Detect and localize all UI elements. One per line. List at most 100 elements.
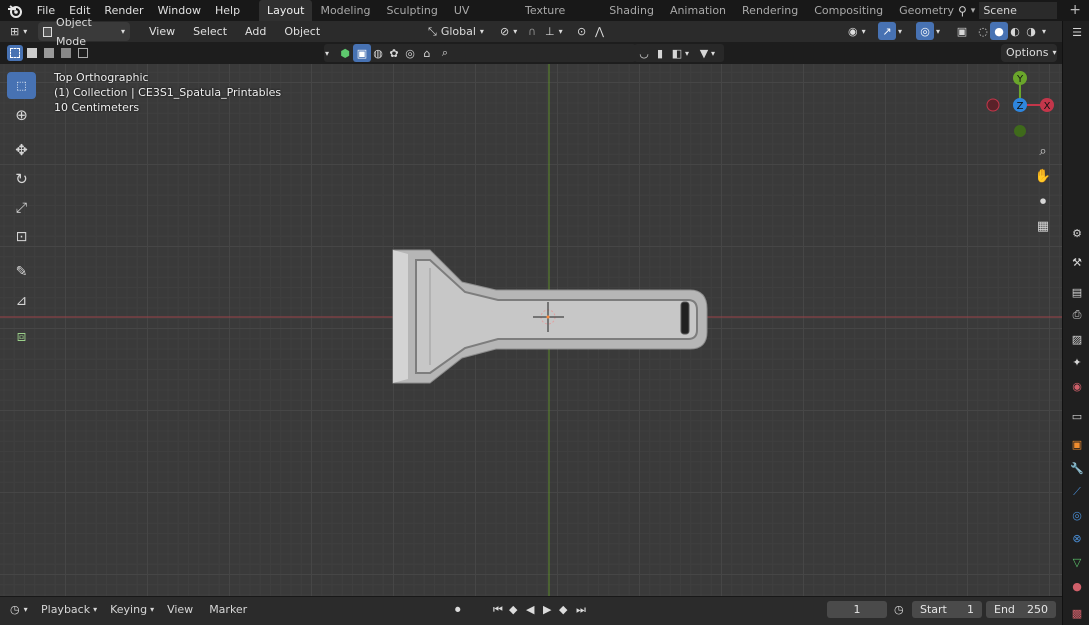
rotate-tool[interactable]: ↻ — [7, 165, 36, 192]
3d-viewport[interactable] — [0, 64, 1062, 596]
play-reverse-button[interactable]: ◀ — [526, 600, 534, 619]
select-box-tool[interactable]: ⬚ — [7, 72, 36, 99]
select-invert-icon[interactable] — [58, 45, 74, 61]
xray-toggle[interactable]: ▣ — [953, 22, 971, 40]
mode-selector[interactable]: Object Mode ▾ — [38, 16, 130, 48]
world-properties-icon[interactable]: ◉ — [1069, 378, 1085, 394]
transform-tool[interactable]: ⊡ — [7, 223, 36, 250]
tab-compositing[interactable]: Compositing — [806, 0, 891, 21]
snap-target-button[interactable]: ⊥ ▾ — [545, 22, 563, 41]
orphan-data-icon[interactable]: ⌂ — [418, 44, 436, 62]
move-tool[interactable]: ✥ — [7, 136, 36, 163]
tool-settings-icon[interactable]: ⚒ — [1069, 254, 1085, 270]
camera-view-icon[interactable]: ⏺ — [1034, 192, 1052, 210]
start-frame-field[interactable]: Start 1 — [912, 601, 982, 618]
data-properties-icon[interactable]: ▽ — [1069, 554, 1085, 570]
blender-logo-icon[interactable] — [0, 4, 30, 18]
layers-dropdown[interactable]: ▾ — [685, 44, 689, 63]
stopwatch-icon[interactable]: ◷ — [894, 600, 904, 619]
output-properties-icon[interactable]: ⎙ — [1069, 307, 1085, 323]
next-keyframe-button[interactable]: ◆ — [559, 600, 567, 619]
tab-texture-paint[interactable]: Texture Paint — [517, 0, 601, 38]
gizmo-dropdown[interactable]: ▾ — [898, 22, 902, 41]
editor-type-button[interactable]: ⊞ ▾ — [10, 22, 27, 41]
top-menu-window[interactable]: Window — [151, 0, 208, 21]
world-icon[interactable]: ◎ — [401, 44, 419, 62]
tab-animation[interactable]: Animation — [662, 0, 734, 21]
autokey-button[interactable]: ⏺ — [455, 600, 461, 619]
shading-rendered-button[interactable]: ◑ — [1022, 22, 1040, 40]
timeline-menu-marker[interactable]: Marker — [206, 600, 250, 619]
end-frame-field[interactable]: End 250 — [986, 601, 1056, 618]
collection-properties-icon[interactable]: ▭ — [1069, 408, 1085, 424]
pivot-point-button[interactable]: ⊘ ▾ — [500, 22, 517, 41]
viewport-menu-select[interactable]: Select — [184, 22, 236, 41]
scene-properties-icon[interactable]: ✦ — [1069, 354, 1085, 370]
zoom-icon[interactable]: ⌕ — [1034, 142, 1052, 160]
filter-dropdown[interactable]: ▾ — [325, 44, 329, 63]
object-properties-icon[interactable]: ▣ — [1069, 436, 1085, 452]
modifier-properties-icon[interactable]: 🔧 — [1069, 460, 1085, 476]
add-workspace-button[interactable]: + — [1061, 0, 1089, 21]
particles-properties-icon[interactable]: ⟋ — [1069, 484, 1085, 500]
select-extend-icon[interactable] — [24, 45, 40, 61]
ortho-grid-icon[interactable]: ▦ — [1034, 217, 1052, 235]
measure-tool[interactable]: ⊿ — [7, 287, 36, 314]
cursor-tool[interactable]: ⊕ — [7, 101, 36, 128]
viewport-menu-object[interactable]: Object — [275, 22, 329, 41]
tab-layout[interactable]: Layout — [259, 0, 313, 21]
visibility-button[interactable]: ◉ ▾ — [848, 22, 866, 41]
jump-start-button[interactable]: ⏮ — [493, 600, 503, 619]
options-button[interactable]: Options ▾ — [1001, 44, 1057, 62]
transform-orientation-selector[interactable]: ⤡ Global ▾ — [428, 22, 484, 41]
outliner-icon[interactable]: ☰ — [1069, 24, 1085, 40]
navigation-gizmo[interactable]: Y X Z — [980, 68, 1060, 140]
end-label: End — [994, 603, 1015, 616]
snap-toggle[interactable]: ∩ — [528, 22, 536, 41]
select-intersect-icon[interactable] — [75, 45, 91, 61]
orientation-label: Global — [440, 25, 476, 38]
proportional-edit-toggle[interactable]: ⊙ — [577, 22, 586, 41]
scene-selector[interactable]: ⚲ ▾ Scene — [958, 2, 1057, 19]
object-type-icon[interactable]: ⬢ — [336, 44, 354, 62]
tab-sculpting[interactable]: Sculpting — [379, 0, 446, 21]
jump-end-button[interactable]: ⏭ — [576, 600, 586, 619]
current-frame-field[interactable]: 1 — [827, 601, 887, 618]
gizmo-toggle[interactable]: ↗ — [878, 22, 896, 40]
funnel-dropdown[interactable]: ▾ — [711, 44, 715, 63]
bookmark-icon[interactable]: ▮ — [651, 44, 669, 62]
select-subtract-icon[interactable] — [41, 45, 57, 61]
constraints-properties-icon[interactable]: ⊗ — [1069, 530, 1085, 546]
select-new-icon[interactable] — [7, 45, 23, 61]
scale-tool[interactable]: ⤢ — [7, 194, 36, 221]
physics-properties-icon[interactable]: ◎ — [1069, 507, 1085, 523]
search-icon[interactable]: ⌕ — [436, 44, 454, 62]
top-menu-help[interactable]: Help — [208, 0, 247, 21]
add-cube-tool[interactable]: ⧈ — [7, 322, 36, 349]
tab-shading[interactable]: Shading — [601, 0, 662, 21]
material-properties-icon[interactable]: ● — [1069, 578, 1085, 594]
tab-uv-editing[interactable]: UV Editing — [446, 0, 517, 38]
timeline-menu-view[interactable]: View — [164, 600, 196, 619]
tab-modeling[interactable]: Modeling — [312, 0, 378, 21]
prev-keyframe-button[interactable]: ◆ — [509, 600, 517, 619]
rotate-icon: ↻ — [15, 169, 28, 188]
viewport-menu-view[interactable]: View — [140, 22, 184, 41]
view-layer-properties-icon[interactable]: ▨ — [1069, 331, 1085, 347]
tool-properties-icon[interactable]: ⚙ — [1069, 225, 1085, 241]
overlays-dropdown[interactable]: ▾ — [936, 22, 940, 41]
render-properties-icon[interactable]: ▤ — [1069, 284, 1085, 300]
annotate-tool[interactable]: ✎ — [7, 258, 36, 285]
viewport-menu-add[interactable]: Add — [236, 22, 275, 41]
timeline-menu-keying[interactable]: Keying ▾ — [107, 600, 154, 619]
play-button[interactable]: ▶ — [543, 600, 551, 619]
timeline-menu-playback[interactable]: Playback ▾ — [38, 600, 97, 619]
layers-icon[interactable]: ◧ — [668, 44, 686, 62]
falloff-button[interactable]: ⋀ — [595, 22, 604, 41]
texture-properties-icon[interactable]: ▩ — [1069, 605, 1085, 621]
tab-rendering[interactable]: Rendering — [734, 0, 806, 21]
timeline-editor-type[interactable]: ◷ ▾ — [10, 600, 28, 619]
overlays-toggle[interactable]: ◎ — [916, 22, 934, 40]
shading-dropdown[interactable]: ▾ — [1042, 22, 1046, 41]
pan-hand-icon[interactable]: ✋ — [1034, 167, 1052, 185]
